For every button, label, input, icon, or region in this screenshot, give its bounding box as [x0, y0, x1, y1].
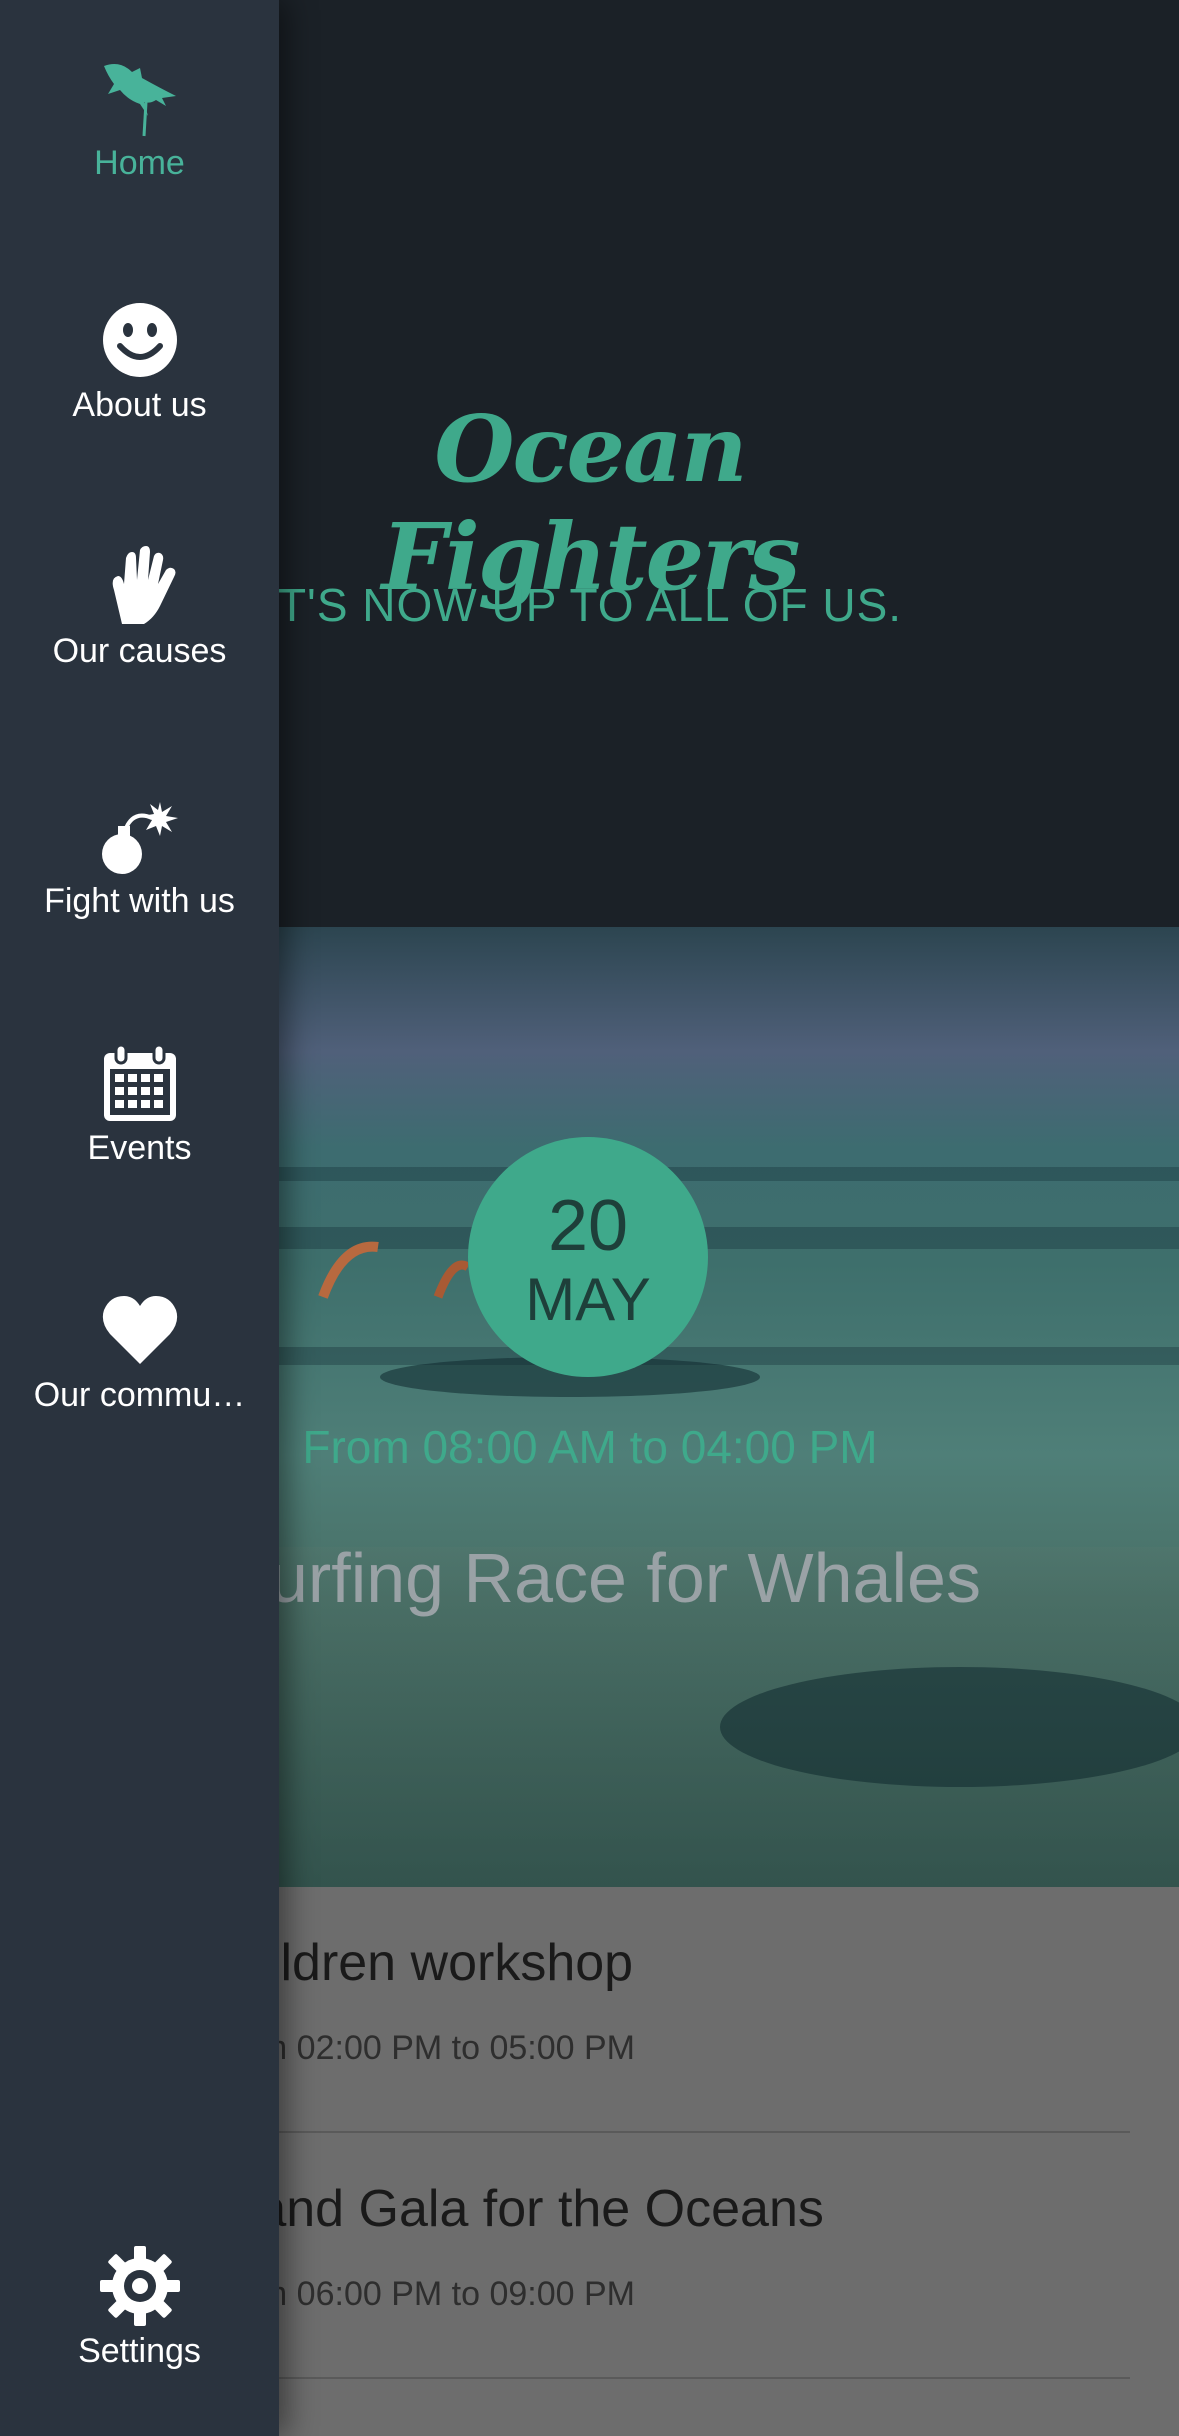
nav-item-our-causes[interactable]: Our causes	[0, 546, 279, 736]
nav-item-home[interactable]: Home	[0, 58, 279, 248]
brand-tagline: T'S NOW UP TO ALL OF US.	[277, 579, 903, 631]
shark-icon	[104, 64, 176, 137]
heart-icon	[102, 1296, 178, 1364]
featured-event-title: surfing Race for Whales	[234, 1539, 981, 1617]
event-date-badge: 20 MAY	[468, 1137, 708, 1377]
nav-item-our-community[interactable]: Our commu…	[0, 1290, 279, 1480]
navigation-drawer: Home About us Our causes Fight with us E…	[0, 0, 279, 2436]
event-time: om 02:00 PM to 05:00 PM	[240, 2029, 635, 2067]
nav-item-fight-with-us[interactable]: Fight with us	[0, 796, 279, 986]
nav-item-about-us[interactable]: About us	[0, 300, 279, 490]
nav-item-settings[interactable]: Settings	[0, 2246, 279, 2436]
hand-icon	[112, 546, 176, 624]
event-month: MAY	[525, 1266, 651, 1333]
nav-label: Settings	[78, 2332, 201, 2370]
nav-item-events[interactable]: Events	[0, 1043, 279, 1233]
nav-label: Home	[94, 144, 185, 182]
bomb-icon	[102, 802, 178, 874]
event-day: 20	[547, 1186, 629, 1266]
nav-label: Events	[87, 1129, 192, 1167]
nav-label: Our commu…	[33, 1376, 246, 1414]
nav-label: Fight with us	[44, 882, 235, 920]
divider	[240, 2377, 1130, 2379]
featured-event-time: From 08:00 AM to 04:00 PM	[302, 1421, 878, 1473]
wet-sand-shadow	[720, 1667, 1179, 1787]
nav-label: About us	[72, 386, 207, 424]
smiley-icon	[103, 303, 177, 377]
kite-icon	[318, 1241, 468, 1299]
event-title: hildren workshop	[240, 1934, 634, 1992]
nav-label: Our causes	[52, 632, 227, 670]
event-time: om 06:00 PM to 09:00 PM	[240, 2275, 635, 2313]
calendar-icon	[104, 1043, 176, 1121]
gear-icon	[100, 2246, 180, 2326]
event-title: rand Gala for the Oceans	[240, 2180, 824, 2238]
